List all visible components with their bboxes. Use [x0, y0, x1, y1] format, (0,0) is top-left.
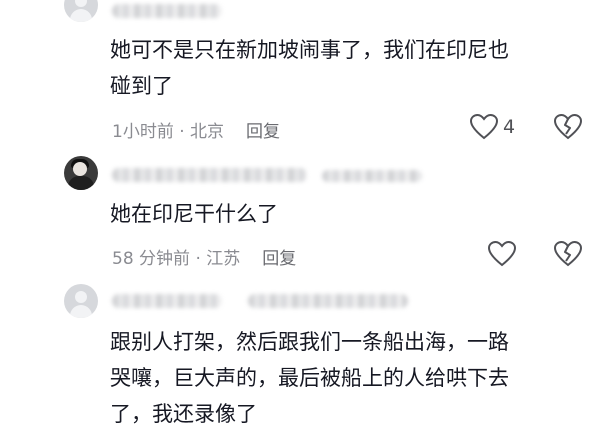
comment-text: 她可不是只在新加坡闹事了，我们在印尼也 碰到了: [110, 38, 509, 98]
comment-text: 跟别人打架，然后跟我们一条船出海，一路 哭嚷，巨大声的，最后被船上的人给哄下去 …: [110, 330, 509, 426]
comment-time-location: 1小时前 · 北京: [112, 122, 225, 142]
like-count: 4: [503, 116, 516, 138]
username-blurred: [322, 170, 422, 182]
comment-meta: 1小时前 · 北京 回复: [112, 117, 280, 142]
reply-button[interactable]: 回复: [262, 244, 296, 269]
broken-heart-icon[interactable]: [554, 241, 582, 267]
username-blurred[interactable]: [112, 4, 222, 18]
username-blurred: [248, 294, 408, 308]
username-blurred[interactable]: [112, 168, 307, 182]
username-blurred[interactable]: [112, 294, 222, 308]
reply-button[interactable]: 回复: [246, 117, 280, 142]
comment-time-location: 58 分钟前 · 江苏: [112, 249, 241, 269]
avatar[interactable]: [64, 284, 98, 318]
comment-text: 她在印尼干什么了: [110, 202, 278, 226]
avatar[interactable]: [64, 156, 98, 190]
broken-heart-icon[interactable]: [554, 114, 582, 140]
comment-meta: 58 分钟前 · 江苏 回复: [112, 244, 296, 269]
avatar[interactable]: [64, 0, 98, 22]
heart-outline-icon[interactable]: [470, 114, 498, 140]
heart-outline-icon[interactable]: [488, 241, 516, 267]
